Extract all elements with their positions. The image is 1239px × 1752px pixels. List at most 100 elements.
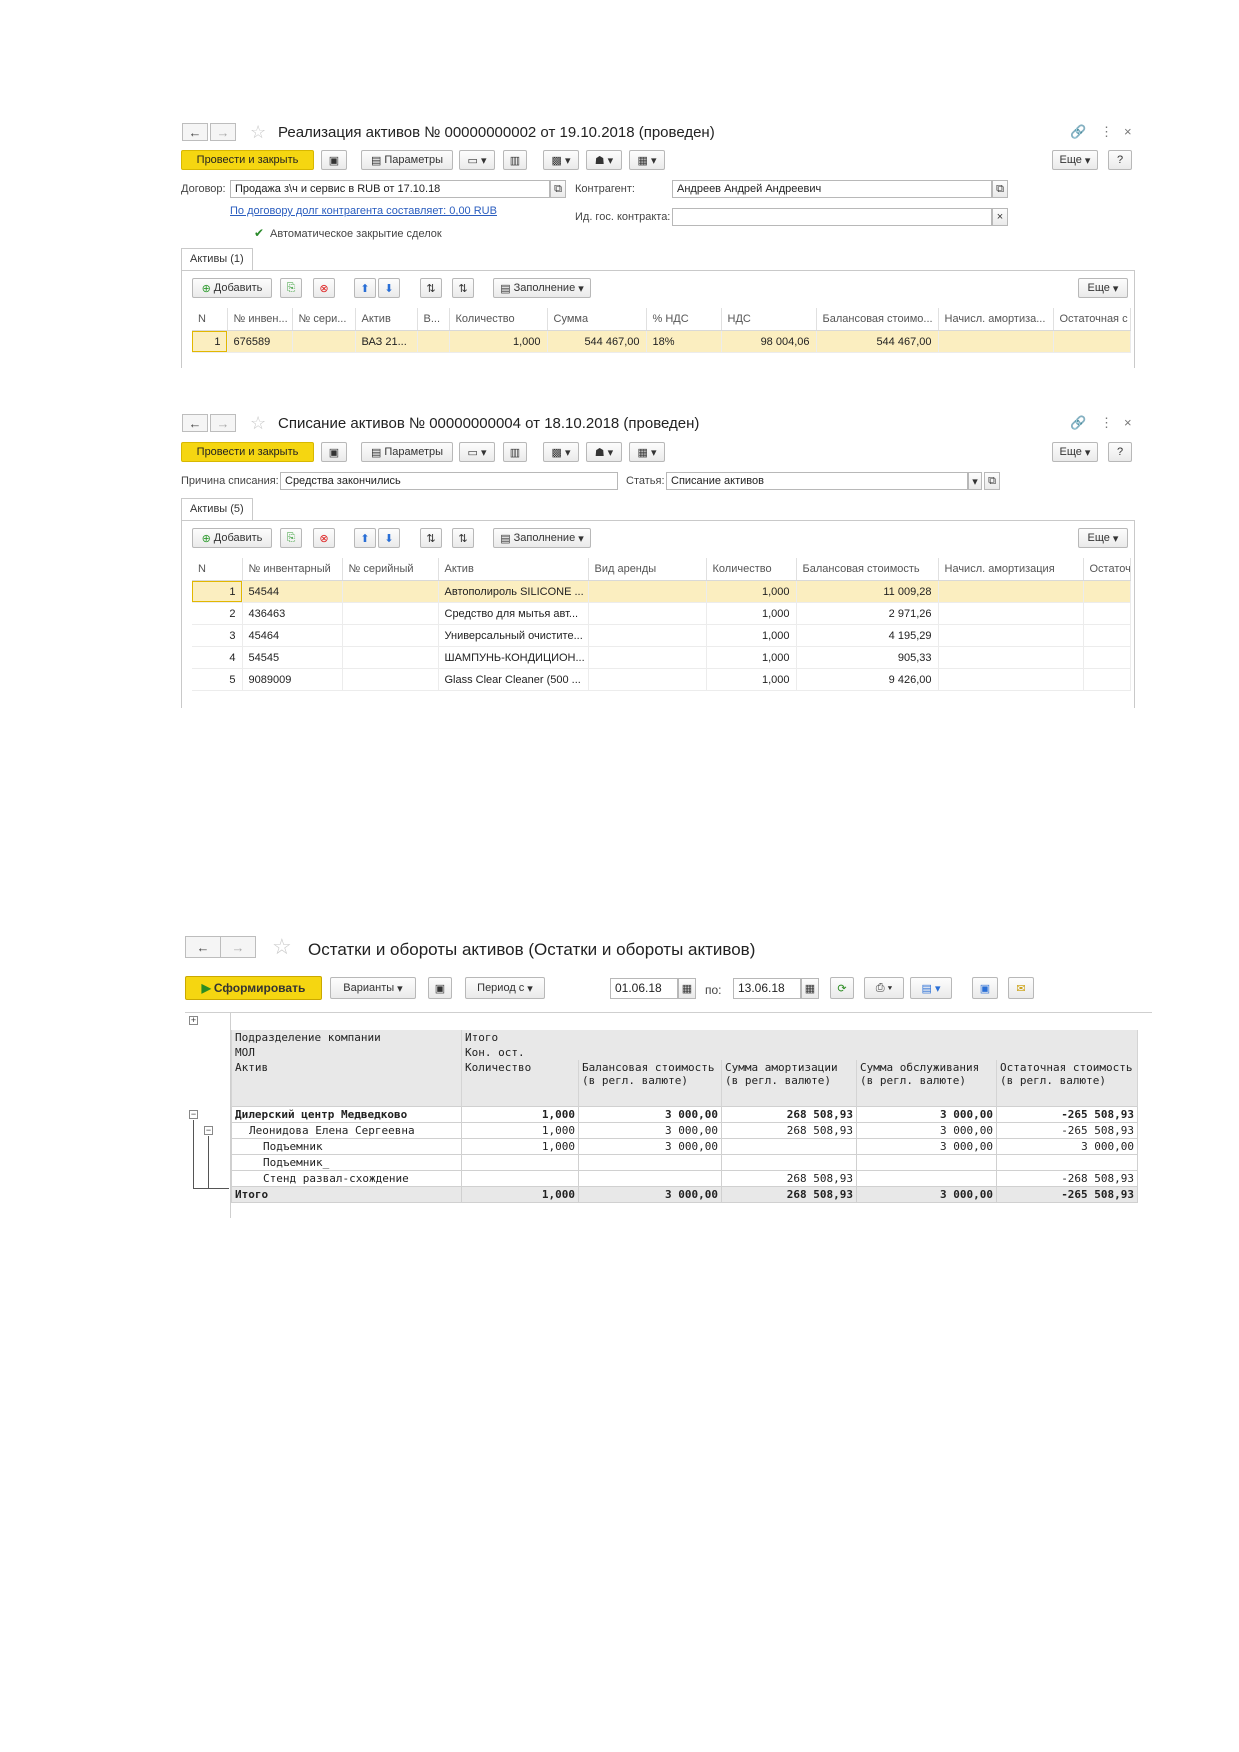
column-header[interactable]: Вид аренды: [588, 558, 707, 581]
more-vert-icon[interactable]: ⋮: [1100, 124, 1113, 140]
users-button[interactable]: ☗ ▾: [586, 150, 622, 170]
create-based-button[interactable]: ▩ ▾: [543, 442, 579, 462]
params-button[interactable]: ▤ Параметры: [361, 442, 453, 462]
print-button[interactable]: ▭ ▾: [459, 442, 495, 462]
back-button[interactable]: ←: [185, 936, 221, 958]
link-icon[interactable]: 🔗: [1070, 124, 1086, 140]
tab-assets[interactable]: Активы (1): [181, 248, 253, 270]
date-to-calendar-button[interactable]: ▦: [801, 978, 819, 999]
move-down-button[interactable]: ⬇: [378, 278, 400, 298]
create-based-button[interactable]: ▩ ▾: [543, 150, 579, 170]
more-button[interactable]: Еще ▾: [1052, 150, 1098, 170]
column-header[interactable]: Актив: [355, 308, 418, 331]
article-dropdown-button[interactable]: ▾: [968, 472, 982, 490]
settings-button[interactable]: ▣: [428, 977, 452, 999]
article-open-button[interactable]: ⧉: [984, 472, 1000, 490]
expand-all-icon[interactable]: +: [189, 1016, 198, 1025]
report-button[interactable]: ▦ ▾: [629, 150, 665, 170]
period-button[interactable]: Период с ▾: [465, 977, 545, 999]
help-button[interactable]: ?: [1108, 442, 1132, 462]
close-icon[interactable]: ×: [1124, 415, 1132, 430]
column-header[interactable]: В...: [417, 308, 450, 331]
print-button[interactable]: ▭ ▾: [459, 150, 495, 170]
help-button[interactable]: ?: [1108, 150, 1132, 170]
date-from-calendar-button[interactable]: ▦: [678, 978, 696, 999]
more-vert-icon[interactable]: ⋮: [1100, 415, 1113, 431]
table-row[interactable]: 4 54545 ШАМПУНЬ-КОНДИЦИОН... 1,000 905,33: [192, 646, 1131, 669]
column-header[interactable]: N: [192, 558, 243, 581]
params-button[interactable]: ▤ Параметры: [361, 150, 453, 170]
table-row[interactable]: 5 9089009 Glass Clear Cleaner (500 ... 1,00…: [192, 668, 1131, 691]
counterparty-open-button[interactable]: ⧉: [992, 180, 1008, 198]
column-header[interactable]: N: [192, 308, 228, 331]
column-header[interactable]: № инвен...: [227, 308, 293, 331]
contract-field[interactable]: Продажа з\ч и сервис в RUB от 17.10.18: [230, 180, 550, 198]
print-button[interactable]: ⎙ ▾: [864, 977, 904, 999]
save-button[interactable]: ▣: [321, 442, 347, 462]
article-field[interactable]: Списание активов: [666, 472, 968, 490]
column-header[interactable]: № инвентарный: [242, 558, 343, 581]
back-button[interactable]: ←: [182, 123, 208, 141]
column-header[interactable]: НДС: [721, 308, 817, 331]
table-more-button[interactable]: Еще ▾: [1078, 278, 1128, 298]
reason-field[interactable]: Средства закончились: [280, 472, 618, 490]
forward-button[interactable]: →: [210, 414, 236, 432]
column-header[interactable]: Балансовая стоимость: [796, 558, 939, 581]
back-button[interactable]: ←: [182, 414, 208, 432]
delete-button[interactable]: ⊗: [313, 278, 335, 298]
table-more-button[interactable]: Еще ▾: [1078, 528, 1128, 548]
post-close-button[interactable]: Провести и закрыть: [181, 442, 314, 462]
move-up-button[interactable]: ⬆: [354, 278, 376, 298]
move-up-button[interactable]: ⬆: [354, 528, 376, 548]
delete-button[interactable]: ⊗: [313, 528, 335, 548]
structure-button[interactable]: ▥: [503, 150, 527, 170]
table-row[interactable]: 1 54544 Автополироль SILICONE ... 1,000 11 0…: [192, 580, 1131, 603]
forward-button[interactable]: →: [210, 123, 236, 141]
send-email-button[interactable]: ✉: [1008, 977, 1034, 999]
copy-button[interactable]: ⎘: [280, 528, 302, 548]
variants-button[interactable]: Варианты ▾: [330, 977, 416, 999]
column-header[interactable]: Остаточ: [1083, 558, 1131, 581]
view-button[interactable]: ▤ ▾: [910, 977, 952, 999]
collapse-group-icon[interactable]: −: [189, 1110, 198, 1119]
users-button[interactable]: ☗ ▾: [586, 442, 622, 462]
column-header[interactable]: Сумма: [547, 308, 647, 331]
table-row[interactable]: 2 436463 Средство для мытья авт... 1,000 2 9…: [192, 602, 1131, 625]
table-row[interactable]: 3 45464 Универсальный очистите... 1,000 4 19…: [192, 624, 1131, 647]
table-row[interactable]: 1 676589 ВАЗ 21... 1,000 544 467,00 18% 98 004…: [192, 330, 1131, 353]
contract-open-button[interactable]: ⧉: [550, 180, 566, 198]
sort-asc-button[interactable]: ⇅: [420, 528, 442, 548]
move-down-button[interactable]: ⬇: [378, 528, 400, 548]
save-button[interactable]: ▣: [321, 150, 347, 170]
favorite-star-icon[interactable]: ☆: [250, 414, 266, 432]
date-to-field[interactable]: 13.06.18: [733, 978, 801, 999]
column-header[interactable]: Остаточная с: [1053, 308, 1131, 331]
close-icon[interactable]: ×: [1124, 124, 1132, 139]
add-button[interactable]: ⊕ Добавить: [192, 528, 272, 548]
column-header[interactable]: Количество: [706, 558, 797, 581]
structure-button[interactable]: ▥: [503, 442, 527, 462]
column-header[interactable]: № сери...: [292, 308, 356, 331]
column-header[interactable]: № серийный: [342, 558, 439, 581]
gov-contract-clear-button[interactable]: ×: [992, 208, 1008, 226]
tab-assets[interactable]: Активы (5): [181, 498, 253, 520]
column-header[interactable]: Начисл. амортиза...: [938, 308, 1054, 331]
fill-button[interactable]: ▤ Заполнение ▾: [493, 278, 591, 298]
column-header[interactable]: Балансовая стоимо...: [816, 308, 939, 331]
sort-desc-button[interactable]: ⇅: [452, 528, 474, 548]
add-button[interactable]: ⊕ Добавить: [192, 278, 272, 298]
favorite-star-icon[interactable]: ☆: [250, 123, 266, 141]
sort-asc-button[interactable]: ⇅: [420, 278, 442, 298]
gov-contract-field[interactable]: [672, 208, 992, 226]
collapse-subgroup-icon[interactable]: −: [204, 1126, 213, 1135]
column-header[interactable]: Количество: [449, 308, 548, 331]
column-header[interactable]: Актив: [438, 558, 589, 581]
favorite-star-icon[interactable]: ☆: [272, 936, 292, 958]
debt-link[interactable]: По договору долг контрагента составляет:…: [230, 205, 497, 217]
post-close-button[interactable]: Провести и закрыть: [181, 150, 314, 170]
save-button[interactable]: ▣: [972, 977, 998, 999]
sort-desc-button[interactable]: ⇅: [452, 278, 474, 298]
select-period-button[interactable]: ⟳: [830, 977, 854, 999]
column-header[interactable]: Начисл. амортизация: [938, 558, 1084, 581]
report-button[interactable]: ▦ ▾: [629, 442, 665, 462]
